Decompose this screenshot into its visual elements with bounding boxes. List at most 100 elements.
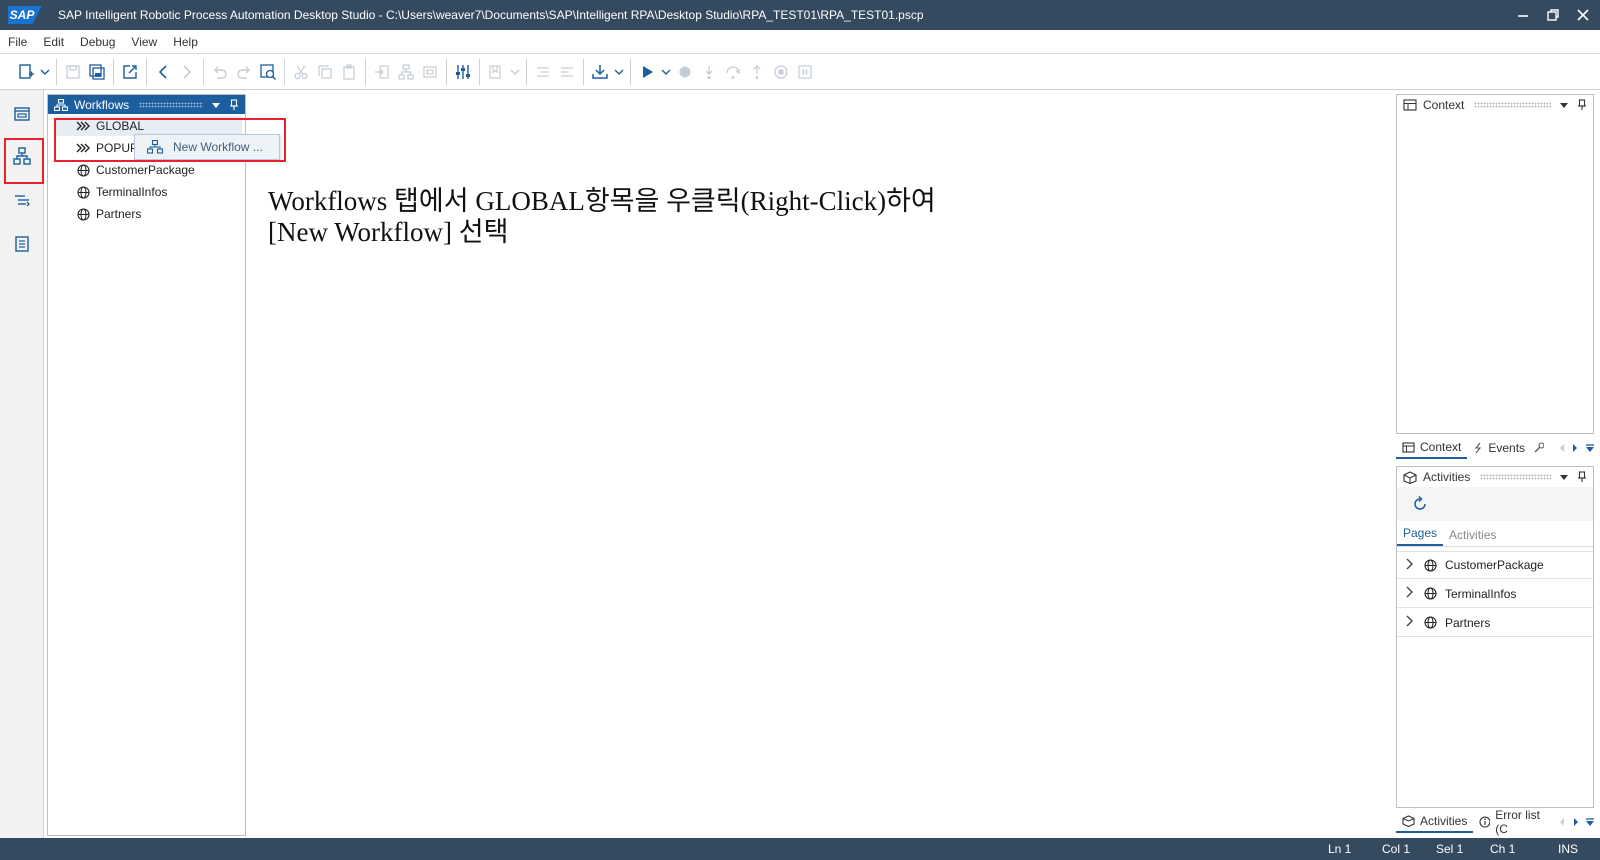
status-insert-mode: INS <box>1558 842 1579 856</box>
page-row-customerpackage[interactable]: CustomerPackage <box>1397 551 1593 579</box>
caret-right-icon[interactable] <box>1571 443 1578 453</box>
deploy-dropdown[interactable] <box>612 60 626 84</box>
caret-down-icon[interactable] <box>1559 472 1569 482</box>
globe-icon <box>76 163 90 177</box>
frame-icon <box>423 65 437 78</box>
tab-error-list[interactable]: Error list (C <box>1473 808 1556 836</box>
rail-scripts-button[interactable] <box>6 228 38 260</box>
step-over-icon <box>726 65 740 79</box>
tab-events[interactable]: Events <box>1467 437 1531 459</box>
outdent-icon <box>561 66 573 77</box>
export-button[interactable] <box>118 60 142 84</box>
new-file-dropdown[interactable] <box>38 60 52 84</box>
caret-left-icon[interactable] <box>1558 443 1565 453</box>
menu-help[interactable]: Help <box>165 35 206 49</box>
panel-grip[interactable] <box>1480 474 1551 480</box>
stop-button[interactable] <box>769 60 793 84</box>
caret-down-icon[interactable] <box>211 100 221 110</box>
pause-icon <box>798 64 812 79</box>
menu-debug[interactable]: Debug <box>72 35 123 49</box>
workflow-tool-button[interactable] <box>394 60 418 84</box>
chevron-down-icon <box>510 69 520 75</box>
new-file-button[interactable] <box>14 60 38 84</box>
cut-button[interactable] <box>289 60 313 84</box>
find-button[interactable] <box>256 60 280 84</box>
panel-grip[interactable] <box>1474 102 1551 108</box>
pin-icon[interactable] <box>229 98 239 111</box>
tab-activities[interactable]: Activities <box>1396 811 1474 833</box>
panel-grip[interactable] <box>139 101 203 108</box>
new-file-icon <box>19 63 34 79</box>
step-out-icon <box>753 64 761 79</box>
caret-down-icon[interactable] <box>1559 100 1569 110</box>
tree-item-partners[interactable]: Partners <box>76 204 141 224</box>
tree-item-customerpackage[interactable]: CustomerPackage <box>76 160 195 180</box>
status-line: Ln 1 <box>1328 842 1352 856</box>
rail-explorer-button[interactable] <box>6 98 38 130</box>
deploy-button[interactable] <box>588 60 612 84</box>
redo-button[interactable] <box>232 60 256 84</box>
step-over-button[interactable] <box>721 60 745 84</box>
menu-file[interactable]: File <box>0 35 35 49</box>
step-into-button[interactable] <box>697 60 721 84</box>
table-icon <box>1403 99 1417 111</box>
page-row-label: Partners <box>1445 615 1491 630</box>
outdent-button[interactable] <box>555 60 579 84</box>
settings-sliders-button[interactable] <box>451 60 475 84</box>
toolbar-separator <box>284 58 285 85</box>
step-out-button[interactable] <box>745 60 769 84</box>
paste-button[interactable] <box>337 60 361 84</box>
bookmark-dropdown[interactable] <box>508 60 522 84</box>
pause-button[interactable] <box>793 60 817 84</box>
indent-button[interactable] <box>531 60 555 84</box>
copy-button[interactable] <box>313 60 337 84</box>
caret-right-icon[interactable] <box>1572 817 1579 827</box>
indent-icon <box>537 66 549 77</box>
tab-label: Activities <box>1420 814 1468 828</box>
wrench-icon[interactable] <box>1533 442 1545 454</box>
chevron-right-icon[interactable] <box>1397 615 1421 630</box>
globe-icon <box>1421 587 1439 600</box>
menu-view[interactable]: View <box>123 35 165 49</box>
chevron-right-icon[interactable] <box>1397 558 1421 573</box>
import-button[interactable] <box>370 60 394 84</box>
tab-context[interactable]: Context <box>1396 437 1468 459</box>
run-dropdown[interactable] <box>659 60 673 84</box>
overflow-icon[interactable] <box>1585 443 1594 453</box>
overflow-icon[interactable] <box>1585 817 1594 827</box>
scissors-icon <box>294 65 308 79</box>
minimize-button[interactable] <box>1516 8 1530 22</box>
workflows-panel: Workflows GLOBAL POPUP CustomerPackage T… <box>47 94 246 836</box>
page-row-label: CustomerPackage <box>1445 558 1544 572</box>
chevron-right-icon <box>183 64 192 79</box>
context-tabstrip: Context Events <box>1396 436 1594 460</box>
save-button[interactable] <box>61 60 85 84</box>
bookmark-button[interactable] <box>484 60 508 84</box>
subtab-activities[interactable]: Activities <box>1443 528 1502 546</box>
run-button[interactable] <box>635 60 659 84</box>
page-row-terminalinfos[interactable]: TerminalInfos <box>1397 580 1593 608</box>
save-all-button[interactable] <box>85 60 109 84</box>
subtab-pages[interactable]: Pages <box>1397 526 1444 546</box>
menu-edit[interactable]: Edit <box>35 35 72 49</box>
forward-button[interactable] <box>175 60 199 84</box>
pin-icon[interactable] <box>1577 99 1587 111</box>
save-all-icon <box>89 63 105 80</box>
status-bar: Ln 1 Col 1 Sel 1 Ch 1 INS <box>0 838 1600 860</box>
refresh-icon[interactable] <box>1411 495 1429 513</box>
caret-left-icon[interactable] <box>1558 817 1565 827</box>
page-row-partners[interactable]: Partners <box>1397 609 1593 637</box>
tree-item-label: CustomerPackage <box>96 163 195 177</box>
save-icon <box>66 64 80 79</box>
restore-button[interactable] <box>1546 8 1560 22</box>
tree-item-terminalinfos[interactable]: TerminalInfos <box>76 182 167 202</box>
chevron-right-icon[interactable] <box>1397 586 1421 601</box>
rail-scenarios-button[interactable] <box>6 184 38 216</box>
back-button[interactable] <box>151 60 175 84</box>
close-button[interactable] <box>1576 8 1590 22</box>
pin-icon[interactable] <box>1577 471 1587 483</box>
frame-button[interactable] <box>418 60 442 84</box>
breakpoint-button[interactable] <box>673 60 697 84</box>
undo-button[interactable] <box>208 60 232 84</box>
minimize-icon <box>1518 15 1528 17</box>
